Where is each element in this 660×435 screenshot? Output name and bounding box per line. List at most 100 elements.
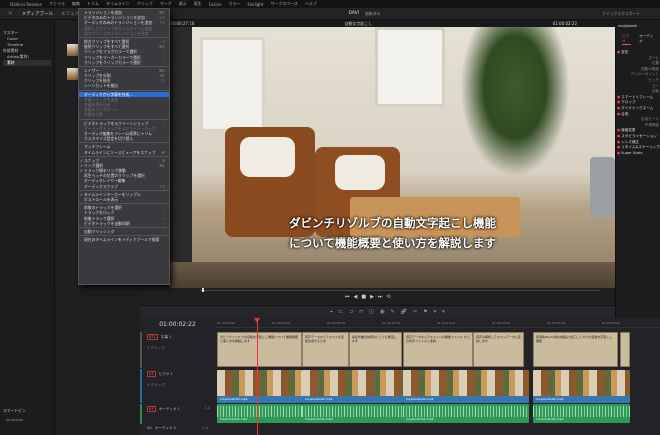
menu-item-label: ポストロールを表示 [84, 197, 119, 202]
section-toggle-icon[interactable]: ● [617, 151, 620, 155]
inspector-label: アンカーポイント [630, 72, 659, 77]
video-thumbnails [217, 370, 302, 396]
tab-video[interactable]: ビデオ [622, 34, 632, 45]
track-tag[interactable]: ST1 [147, 334, 158, 340]
video-clip[interactable]: mojiokoshi02.mp4 [302, 370, 403, 403]
clip-filename: mojiokoshi02.mp4 [305, 417, 333, 421]
subtitle-clip[interactable]: ダビンチリゾルブの自動文字起こし機能について機能概要と使い方を解説します [217, 332, 302, 367]
section-toggle-icon[interactable]: ● [617, 112, 620, 116]
section-toggle-icon[interactable]: ● [617, 95, 620, 99]
subtitle-clip[interactable]: 有償版Studio版の動画に対応して AIでの自動文字起こし機能 [533, 332, 618, 367]
track-name: オーディオ 1 [158, 407, 180, 411]
menu-item[interactable]: タイムラインにソースビューアをスナップ ⌘ [79, 150, 169, 155]
panel-toggle-icon[interactable]: ⇲ [8, 11, 12, 16]
inspector-label: クロップ [621, 100, 636, 105]
subtitle-clip-text: ダビンチリゾルブの自動文字起こし機能について機能概要と使い方を解説します [220, 335, 298, 343]
scrubber[interactable] [200, 290, 600, 291]
project-name: DAVI [348, 11, 360, 16]
menu-item-shortcut: › [163, 228, 165, 234]
smart-bins-label: スマートビン [3, 408, 26, 413]
track-header-a1: A1 オーディオ 1 2.0 [140, 404, 215, 424]
inspector-section[interactable]: ●Super Scale [617, 151, 659, 157]
bin-item[interactable]: 素材 [3, 60, 51, 66]
menu-item[interactable]: 自動クリッシング › [79, 229, 169, 234]
media-pool-button[interactable]: メディアプール [22, 11, 53, 17]
viewer-video-frame[interactable]: ダビンチリゾルブの自動文字起こし機能 について機能概要と使い方を解説します [170, 27, 615, 288]
clip-filename: mojiokoshi02.mp4 [406, 397, 434, 401]
inspector-label: Super Scale [621, 150, 643, 155]
menu-separator [79, 142, 169, 144]
menu-item-label: タイムラインにソースビューアをスナップ [84, 149, 156, 155]
section-toggle-icon[interactable]: ● [617, 134, 620, 138]
audio-clip[interactable]: mojiokoshi02.mp4 [533, 404, 630, 423]
video-thumbnails [302, 370, 403, 396]
video-clip[interactable]: mojiokoshi02.mp4 [403, 370, 529, 403]
menubar-item[interactable]: タイムライン [106, 1, 130, 7]
section-toggle-icon[interactable]: ● [617, 128, 620, 132]
menu-item[interactable]: クリップをクリップカラーで選択 › [79, 60, 169, 65]
menubar-item[interactable]: Fairlight [247, 2, 263, 7]
subtitle-clip[interactable] [620, 332, 630, 367]
playback-buttons[interactable]: ⏮◀■▶⏭⟲ [345, 294, 395, 300]
clip-filename: mojiokoshi02.mp4 [406, 417, 434, 421]
video-clip[interactable]: mojiokoshi02.mp4 [217, 370, 302, 403]
menubar-item[interactable]: ヘルプ [305, 1, 317, 7]
timeline-name[interactable]: 自動文字起こし [344, 21, 372, 27]
audio-waveform [302, 406, 403, 417]
section-toggle-icon[interactable]: ● [617, 140, 620, 144]
menu-item-label: 自動クリッシング [84, 228, 115, 234]
menubar-item[interactable]: ワークスペース [271, 1, 298, 7]
menu-separator [79, 203, 169, 205]
menubar-item[interactable]: トリム [87, 1, 99, 7]
menu-item[interactable]: ビデオトラックを自動同期 › [79, 221, 169, 226]
section-toggle-icon[interactable]: ● [617, 145, 620, 149]
timeline-toolbar[interactable]: ⌖⊏⊐⊓◫▣✎🔗✂⚑▾▾ [140, 305, 615, 318]
menu-item[interactable]: シーンカットを検出 [79, 83, 169, 88]
menubar-item[interactable]: 表示 [179, 1, 187, 7]
subtitle-clip-text: 音声データからテキストを自動生成するため [305, 335, 344, 343]
track-tag[interactable]: V1 [147, 371, 156, 377]
inspector-label: 合成モード [641, 117, 659, 122]
audio-clip[interactable]: mojiokoshi02.mp4 [403, 404, 529, 423]
subtitle-clip[interactable]: 音声の解析しテキストデータに変換します [473, 332, 524, 367]
section-toggle-icon[interactable]: ● [617, 100, 620, 104]
section-toggle-icon[interactable]: ● [617, 106, 620, 110]
menu-item[interactable]: 現在のタイムラインをメディアプールで検索 [79, 237, 169, 242]
menubar-item[interactable]: クリップ [137, 1, 153, 7]
audio-clip[interactable]: mojiokoshi02.mp4 [217, 404, 302, 423]
track-tag[interactable]: A1 [147, 406, 156, 412]
menu-item-label: シーンカットを検出 [84, 83, 118, 89]
menu-item[interactable]: ポストロールを表示 [79, 197, 169, 202]
playhead-marker[interactable] [254, 318, 260, 323]
project-status: 編集済み [365, 10, 381, 16]
video-clip[interactable]: mojiokoshi02.mp4 [533, 370, 630, 403]
tab-audio[interactable]: オーディオ [639, 34, 654, 45]
menu-item[interactable]: オーディオスクラブ ⇧S [79, 184, 169, 189]
track-tag[interactable]: A2 [147, 426, 152, 430]
timeline-dropdown-menu: トランジションを追加 ⌘T ビデオのみのトランジションを追加 ⌥T オーディオのみのトラ… [78, 8, 170, 285]
subtitle-clip[interactable]: 音声データからテキストへの機能ファイル からの音声ファイルに変換 [403, 332, 473, 367]
subtitle-clip[interactable]: 編集作業の効率化にとても重宝します [349, 332, 402, 367]
menubar-item[interactable]: 再生 [194, 1, 202, 7]
menu-separator [79, 189, 169, 191]
menubar-item[interactable]: カラー [228, 1, 240, 7]
menu-item-label: 現在のタイムラインをメディアプールで検索 [84, 237, 160, 243]
section-toggle-icon[interactable]: ● [617, 50, 620, 54]
audio-waveform [217, 406, 302, 417]
track-clip-count: 7 クリップ [147, 346, 165, 350]
subtitle-clip[interactable]: 音声データからテキストを自動生成するため [302, 332, 349, 367]
playhead[interactable] [257, 318, 258, 435]
menubar-item[interactable]: ファイル [49, 1, 65, 7]
audio-clip[interactable]: mojiokoshi02.mp4 [302, 404, 403, 423]
menu-item[interactable]: カスタマイズ設定を切り替え [79, 136, 169, 141]
inspector-label: 位置 [651, 61, 659, 66]
scrubber-handle[interactable] [202, 288, 204, 292]
menubar-item[interactable]: マーク [160, 1, 172, 7]
track-name: オーディオ 2 [154, 426, 176, 430]
menubar-item[interactable]: DaVinci Resolve [10, 2, 42, 7]
viewer-header: 00:00:27:18 自動文字起こし 01:00:02:22 [140, 20, 615, 27]
quick-export-button[interactable]: クイックエクスポート [602, 11, 640, 17]
menubar-item[interactable]: 編集 [72, 1, 80, 7]
keywords-bin[interactable]: Keywords [6, 418, 23, 422]
menubar-item[interactable]: Fusion [209, 2, 222, 7]
